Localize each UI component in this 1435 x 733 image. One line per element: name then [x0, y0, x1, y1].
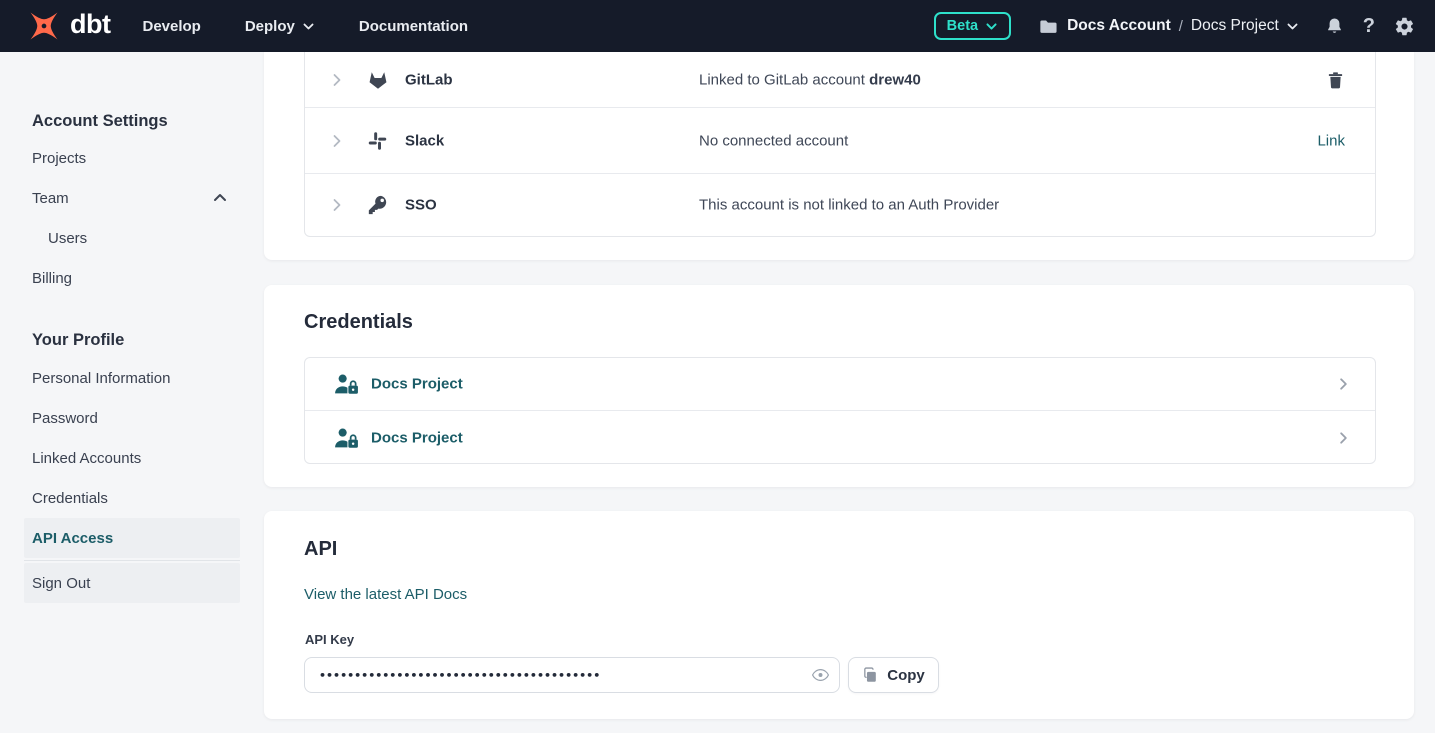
nav-item-develop[interactable]: Develop	[142, 18, 200, 35]
link-slack-button[interactable]: Link	[1317, 132, 1345, 149]
sidebar-item-billing[interactable]: Billing	[24, 258, 240, 298]
linked-account-status: Linked to GitLab account drew40	[699, 71, 921, 88]
dbt-logo-icon	[26, 8, 62, 44]
credential-row[interactable]: Docs Project	[305, 411, 1375, 464]
primary-nav: Develop Deploy Documentation	[142, 18, 512, 35]
sidebar-divider	[24, 560, 240, 561]
expand-chevron-icon[interactable]	[329, 197, 345, 213]
notifications-bell-icon[interactable]	[1325, 16, 1344, 36]
credential-row[interactable]: Docs Project	[305, 358, 1375, 411]
linked-account-name: Slack	[405, 132, 444, 149]
api-card: API View the latest API Docs API Key Cop…	[264, 511, 1414, 719]
linked-account-status: No connected account	[699, 132, 848, 149]
sidebar-item-credentials[interactable]: Credentials	[24, 478, 240, 518]
api-key-label: API Key	[305, 632, 354, 647]
linked-account-row-sso: SSO This account is not linked to an Aut…	[305, 174, 1375, 235]
linked-accounts-table: GitLab Linked to GitLab account drew40 S…	[304, 52, 1376, 237]
linked-account-name: SSO	[405, 196, 437, 213]
copy-api-key-button[interactable]: Copy	[848, 657, 939, 693]
sidebar-header-account-settings: Account Settings	[24, 104, 240, 138]
credentials-card: Credentials Docs Project Docs Project	[264, 285, 1414, 487]
chevron-right-icon	[1336, 430, 1351, 445]
key-icon	[367, 194, 389, 216]
help-icon[interactable]: ?	[1363, 16, 1375, 36]
breadcrumb: Docs Account / Docs Project	[1039, 17, 1299, 35]
api-title: API	[304, 538, 337, 561]
sidebar-item-personal-information[interactable]: Personal Information	[24, 358, 240, 398]
expand-chevron-icon[interactable]	[329, 72, 345, 88]
api-docs-link[interactable]: View the latest API Docs	[304, 586, 467, 603]
sidebar-item-team[interactable]: Team	[24, 178, 240, 218]
linked-account-row-slack: Slack No connected account Link	[305, 108, 1375, 174]
sidebar-item-users[interactable]: Users	[24, 218, 240, 258]
nav-item-deploy[interactable]: Deploy	[245, 18, 315, 35]
navbar-right: Beta Docs Account / Docs Project	[934, 12, 1415, 40]
navbar-icon-group: ?	[1325, 16, 1415, 37]
top-navbar: dbt Develop Deploy Documentation Beta	[0, 0, 1435, 52]
credential-project-name: Docs Project	[371, 376, 463, 393]
credentials-title: Credentials	[304, 311, 413, 334]
sidebar-item-sign-out[interactable]: Sign Out	[24, 563, 240, 603]
linked-account-username: drew40	[869, 71, 921, 88]
chevron-up-icon	[212, 190, 228, 206]
folder-icon	[1039, 18, 1058, 35]
settings-sidebar: Account Settings Projects Team Users Bil…	[24, 104, 240, 603]
breadcrumb-account[interactable]: Docs Account	[1039, 17, 1171, 35]
sidebar-item-linked-accounts[interactable]: Linked Accounts	[24, 438, 240, 478]
unlink-gitlab-trash-icon[interactable]	[1326, 70, 1345, 90]
caret-down-icon	[1286, 20, 1299, 33]
api-key-field-wrap	[304, 657, 840, 693]
beta-dropdown-button[interactable]: Beta	[934, 12, 1011, 40]
linked-account-row-gitlab: GitLab Linked to GitLab account drew40	[305, 52, 1375, 108]
slack-icon	[367, 130, 388, 151]
linked-account-status: This account is not linked to an Auth Pr…	[699, 196, 999, 213]
api-key-input[interactable]	[305, 658, 801, 692]
caret-down-icon	[985, 20, 998, 33]
sidebar-header-your-profile: Your Profile	[24, 322, 240, 358]
breadcrumb-separator: /	[1179, 18, 1183, 35]
sidebar-item-api-access[interactable]: API Access	[24, 518, 240, 558]
dbt-wordmark: dbt	[70, 11, 110, 41]
credential-project-name: Docs Project	[371, 429, 463, 446]
copy-icon	[862, 666, 879, 684]
gear-icon[interactable]	[1394, 16, 1415, 37]
reveal-key-eye-icon[interactable]	[801, 658, 839, 692]
user-lock-icon	[333, 373, 360, 396]
credentials-list: Docs Project Docs Project	[304, 357, 1376, 464]
sidebar-item-password[interactable]: Password	[24, 398, 240, 438]
linked-account-name: GitLab	[405, 71, 453, 88]
sidebar-item-projects[interactable]: Projects	[24, 138, 240, 178]
expand-chevron-icon[interactable]	[329, 133, 345, 149]
chevron-right-icon	[1336, 377, 1351, 392]
dbt-logo-link[interactable]: dbt	[26, 8, 110, 44]
caret-down-icon	[302, 20, 315, 33]
user-lock-icon	[333, 426, 360, 449]
gitlab-icon	[367, 69, 389, 91]
linked-accounts-card: GitLab Linked to GitLab account drew40 S…	[264, 52, 1414, 260]
breadcrumb-project-dropdown[interactable]: Docs Project	[1191, 17, 1299, 35]
nav-item-documentation[interactable]: Documentation	[359, 18, 468, 35]
